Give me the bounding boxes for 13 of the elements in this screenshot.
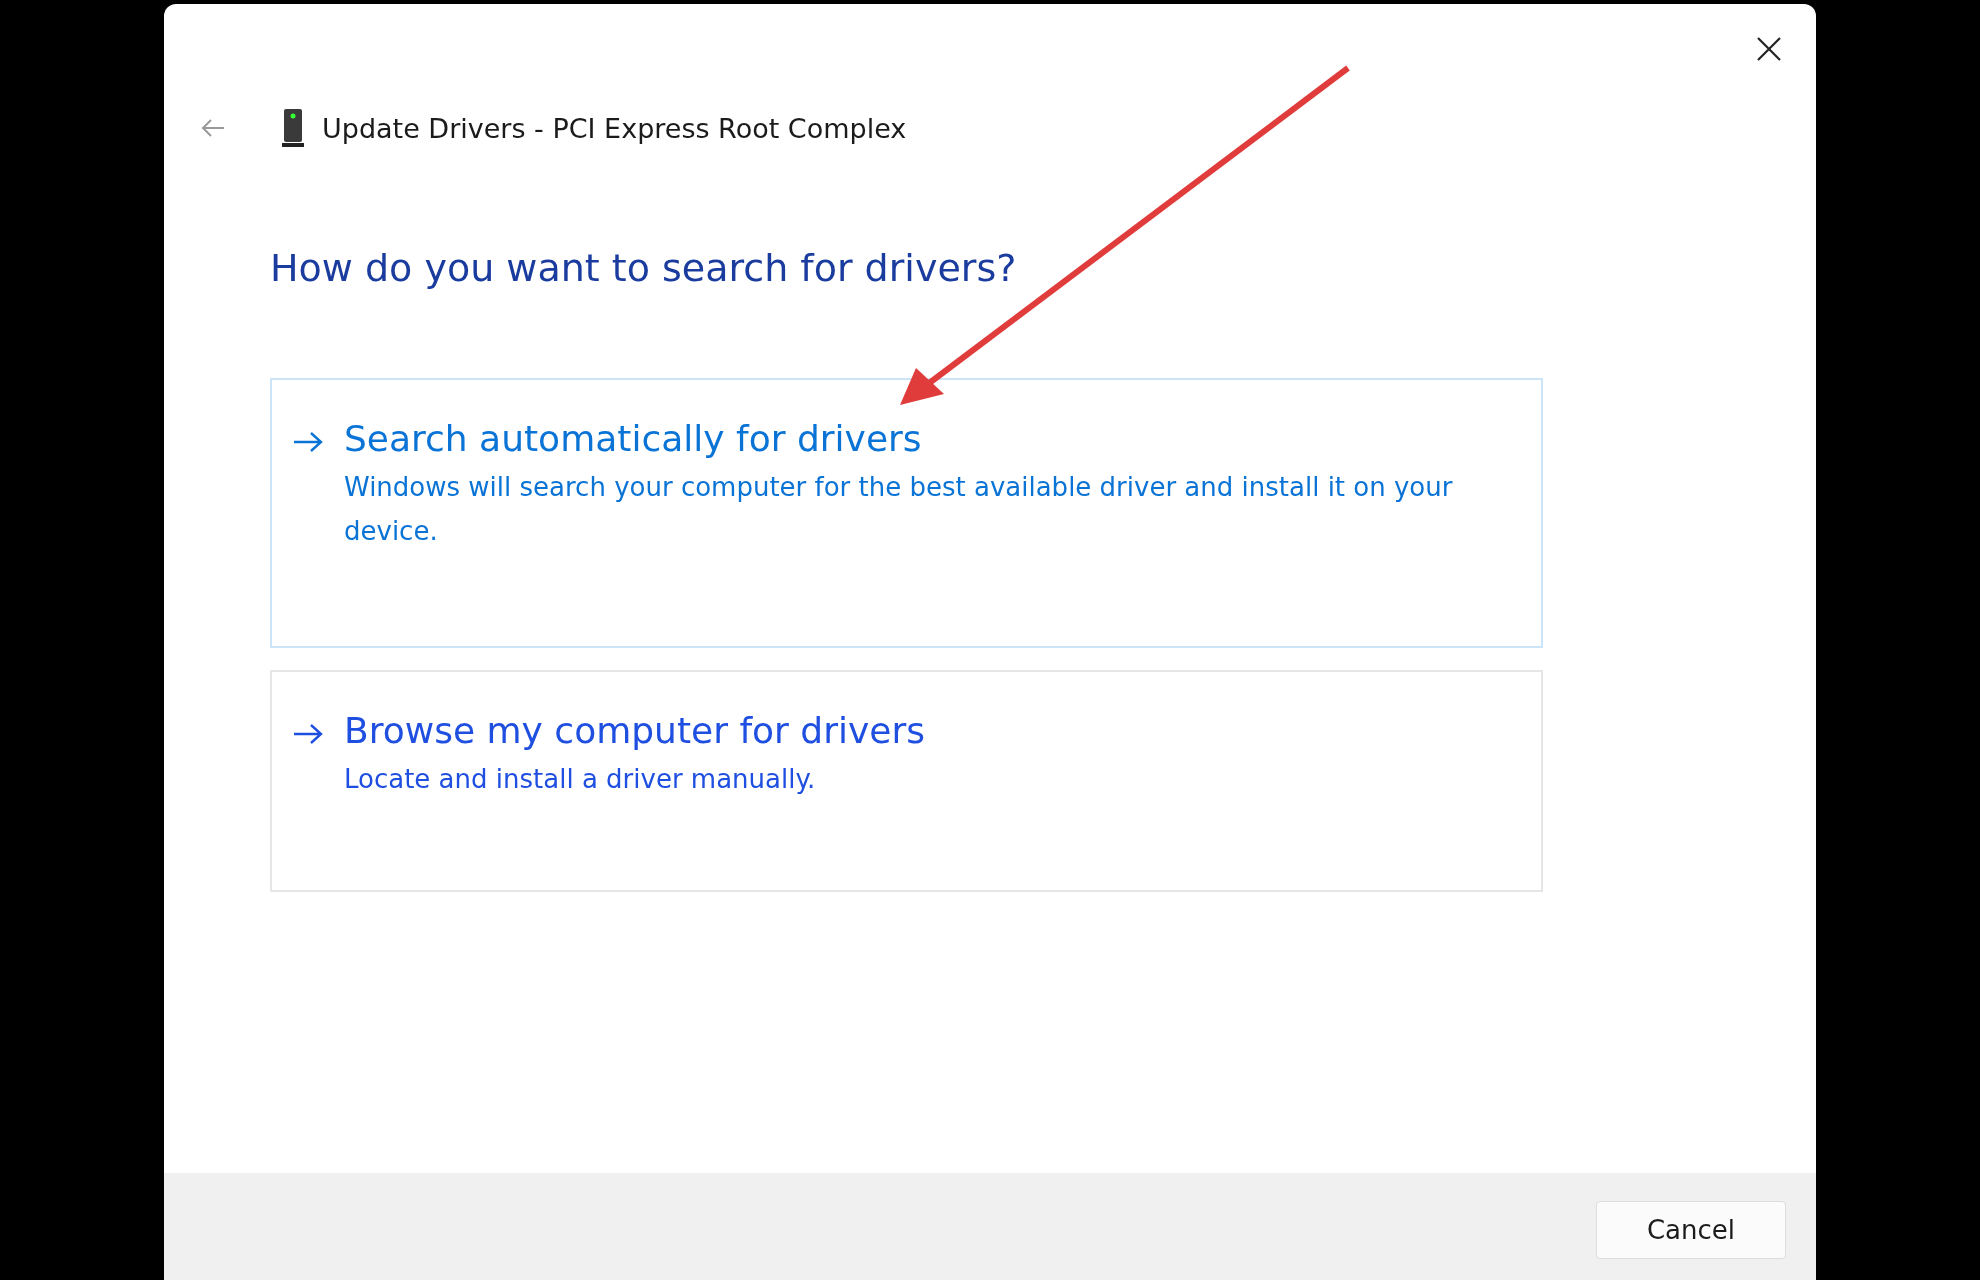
arrow-right-icon bbox=[292, 430, 324, 454]
back-arrow-icon[interactable] bbox=[200, 118, 226, 138]
option-description: Windows will search your computer for the best available driver and install it on your device. bbox=[344, 471, 1454, 548]
option-description: Locate and install a driver manually. bbox=[344, 763, 817, 796]
option-card[interactable]: Browse my computer for drivers Locate and install a driver manually. bbox=[270, 670, 1543, 892]
option-title: Browse my computer for drivers bbox=[344, 710, 925, 751]
dialog-heading: How do you want to search for drivers? bbox=[270, 246, 1018, 290]
device-icon bbox=[282, 108, 304, 148]
option-title: Search automatically for drivers bbox=[344, 418, 923, 459]
option-card[interactable]: Search automatically for drivers Windows will search your computer for the best available driver and install it on your device. bbox=[270, 378, 1543, 648]
cancel-button[interactable]: Cancel bbox=[1596, 1201, 1786, 1259]
window-title: Update Drivers - PCI Express Root Complex bbox=[322, 112, 907, 144]
arrow-right-icon bbox=[292, 722, 324, 746]
